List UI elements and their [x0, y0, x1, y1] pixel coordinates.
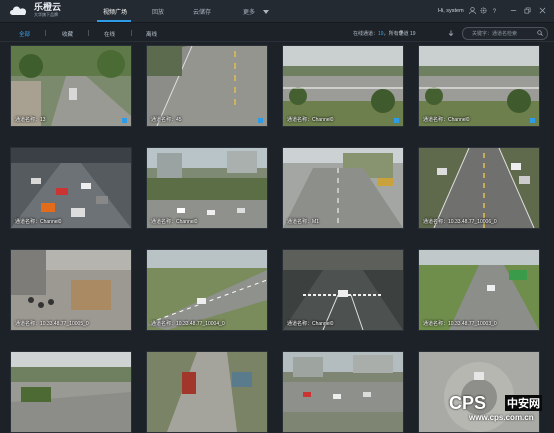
app-logo-text: 乐橙云	[34, 2, 62, 12]
all-channels-count: 19	[410, 31, 416, 37]
watermark-brand-cn: 中安网	[505, 395, 542, 411]
video-frame	[147, 148, 267, 228]
video-frame	[283, 46, 403, 126]
video-tile[interactable]: 通道名称：10.33.48.77_10005_0	[10, 249, 132, 331]
svg-text:?: ?	[493, 8, 497, 14]
help-icon[interactable]: ?	[491, 7, 498, 14]
video-tile[interactable]	[146, 351, 268, 433]
video-tile[interactable]: 通道名称：Channel0	[282, 45, 404, 127]
video-frame	[283, 352, 403, 432]
tab-favorites[interactable]: 收藏	[62, 30, 73, 38]
video-tile[interactable]	[10, 351, 132, 433]
tab-divider	[45, 30, 46, 36]
video-frame	[147, 46, 267, 126]
video-frame	[147, 352, 267, 432]
online-badge	[258, 118, 263, 123]
online-badge	[122, 118, 127, 123]
tile-caption: 通道名称：Channel0	[15, 219, 62, 225]
video-tile[interactable]: 通道名称：10.33.48.77_10006_0	[418, 147, 540, 229]
online-badge	[394, 118, 399, 123]
cloud-logo-icon	[10, 6, 27, 15]
restore-icon[interactable]	[524, 7, 531, 14]
online-channels-label: 在线通道	[353, 31, 374, 37]
video-frame	[419, 148, 539, 228]
video-tile[interactable]: 通道名称：10.33.48.77_10003_0	[418, 249, 540, 331]
nav-video-square[interactable]: 视频广场	[103, 7, 127, 16]
top-bar: 乐橙云 大华旗下品牌 视频广场 回放 云储存 更多 Hi, system ?	[0, 0, 554, 23]
video-tile[interactable]	[282, 351, 404, 433]
tile-caption: 通道名称：M1	[287, 219, 319, 225]
tab-online[interactable]: 在线	[104, 30, 115, 38]
tab-divider	[88, 30, 89, 36]
tile-caption: 通道名称：10.33.48.77_10006_0	[423, 219, 497, 225]
online-badge	[530, 118, 535, 123]
user-greeting[interactable]: Hi, system	[438, 8, 464, 14]
search-icon[interactable]	[537, 30, 543, 36]
video-frame	[283, 148, 403, 228]
video-tile[interactable]: 通道名称：13	[10, 45, 132, 127]
close-icon[interactable]	[539, 7, 546, 14]
gear-icon[interactable]	[480, 7, 487, 14]
tile-caption: 通道名称：Channel0	[287, 117, 334, 123]
search-input[interactable]: 关键字：通道名检索	[462, 27, 548, 40]
channel-summary: 在线通道：19，所有通道 19	[353, 31, 416, 37]
tile-caption: 通道名称：Channel0	[151, 219, 198, 225]
tile-caption: 通道名称：13	[15, 117, 46, 123]
video-tile[interactable]: 通道名称：Channel0	[418, 45, 540, 127]
video-frame	[419, 250, 539, 330]
video-frame	[11, 148, 131, 228]
tile-caption: 通道名称：Channel0	[423, 117, 470, 123]
minimize-icon[interactable]	[510, 7, 517, 14]
tile-caption: 通道名称：10.33.48.77_10005_0	[15, 321, 89, 327]
video-tile[interactable]: 通道名称：45	[146, 45, 268, 127]
tile-caption: 通道名称：45	[151, 117, 182, 123]
video-tile[interactable]: 通道名称：Channel0	[282, 249, 404, 331]
nav-active-indicator	[97, 20, 131, 22]
tile-caption: 通道名称：Channel0	[287, 321, 334, 327]
user-icon[interactable]	[469, 7, 476, 14]
video-frame	[11, 250, 131, 330]
search-placeholder: 关键字：通道名检索	[472, 31, 518, 37]
tile-caption: 通道名称：10.33.48.77_10003_0	[423, 321, 497, 327]
tab-all[interactable]: 全部	[19, 30, 30, 38]
watermark-url: www.cps.com.cn	[469, 413, 534, 422]
video-frame	[11, 46, 131, 126]
video-tile[interactable]: 通道名称：M1	[282, 147, 404, 229]
nav-cloud-storage[interactable]: 云储存	[193, 7, 211, 16]
arrow-up-icon[interactable]	[398, 30, 404, 36]
video-frame	[147, 250, 267, 330]
nav-more[interactable]: 更多	[243, 7, 255, 16]
nav-playback[interactable]: 回放	[152, 7, 164, 16]
app-logo-subtitle: 大华旗下品牌	[34, 12, 58, 17]
video-tile[interactable]: 通道名称：Channel0	[146, 147, 268, 229]
arrow-down-icon[interactable]	[448, 30, 454, 36]
chevron-down-icon[interactable]	[263, 10, 269, 14]
video-tile[interactable]: 通道名称：10.33.48.77_10004_0	[146, 249, 268, 331]
video-frame	[11, 352, 131, 432]
video-frame	[419, 46, 539, 126]
tab-offline[interactable]: 离线	[146, 30, 157, 38]
tab-divider	[131, 30, 132, 36]
video-tile[interactable]: 通道名称：Channel0	[10, 147, 132, 229]
watermark-brand: CPS	[449, 393, 487, 413]
video-frame	[283, 250, 403, 330]
tile-caption: 通道名称：10.33.48.77_10004_0	[151, 321, 225, 327]
